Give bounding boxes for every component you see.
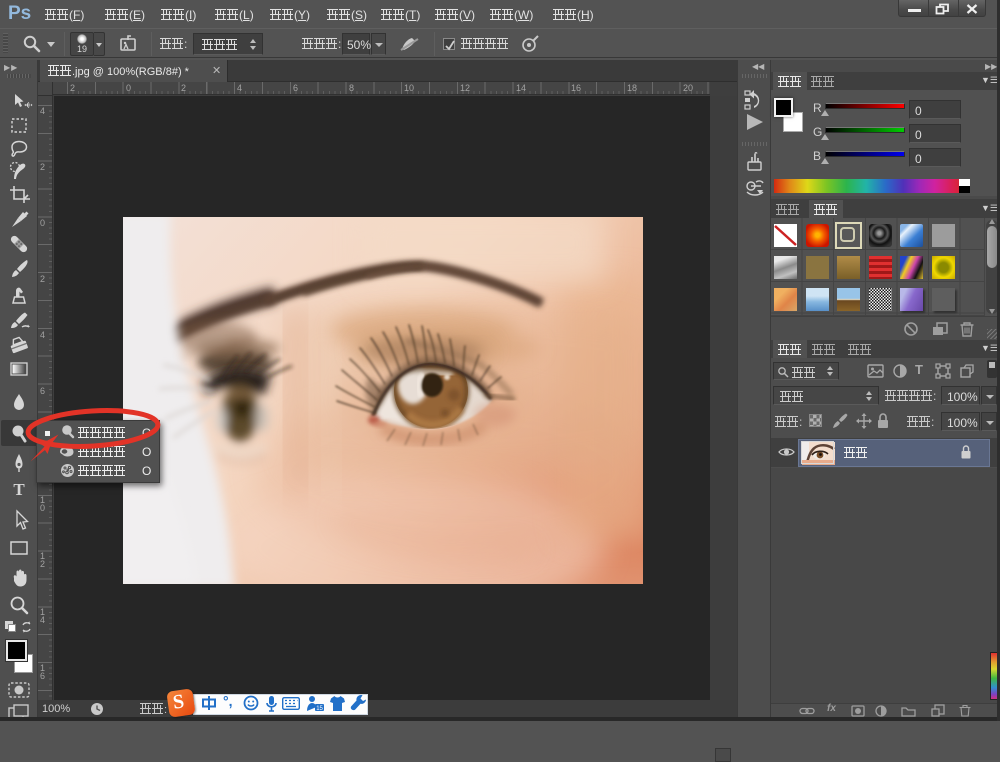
svg-text:15: 15 [316, 706, 323, 712]
